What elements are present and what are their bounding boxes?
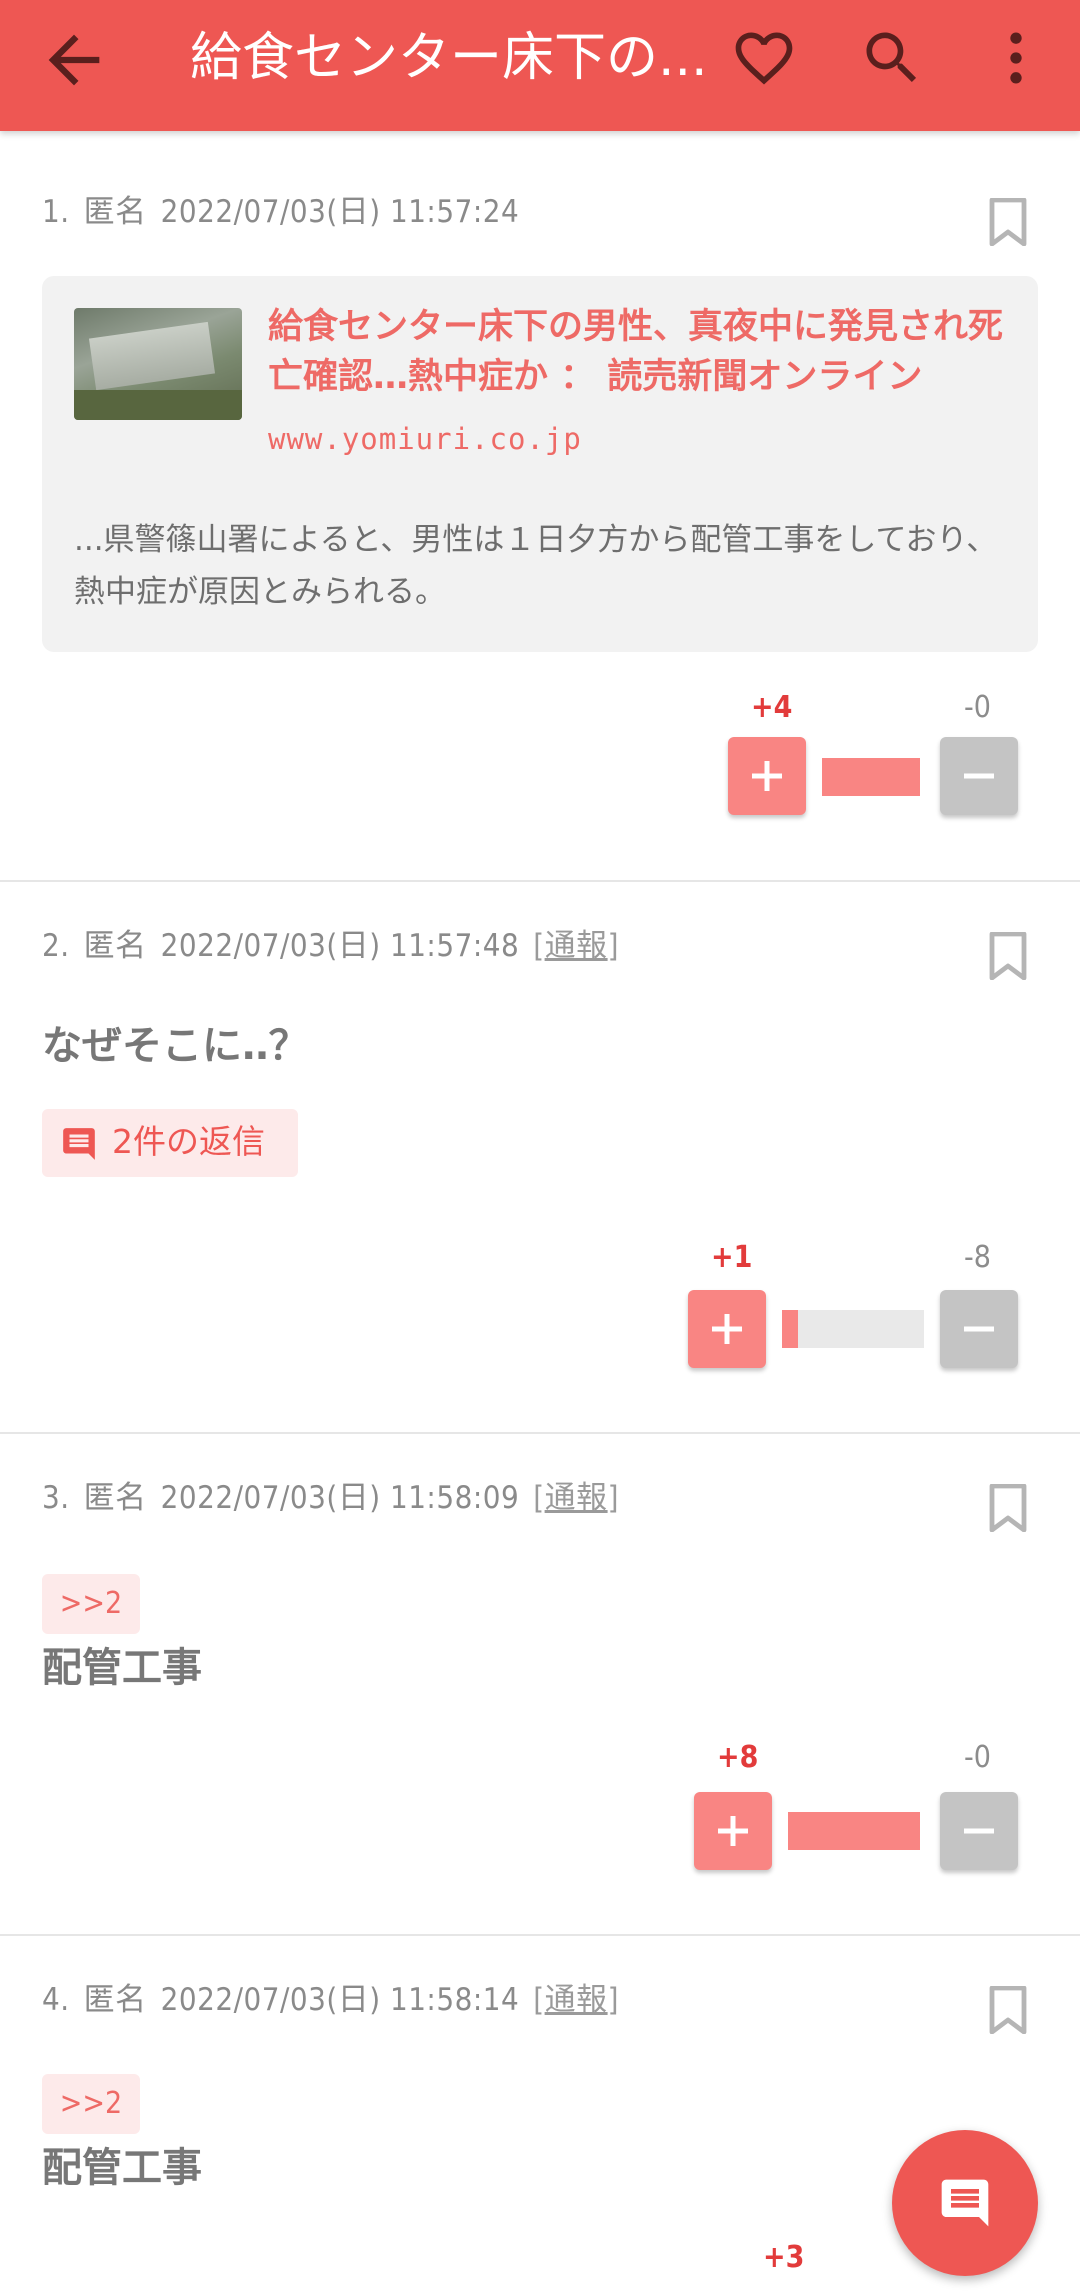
plus-count: +3 (763, 2240, 805, 2275)
minus-icon (964, 1828, 994, 1834)
report-link[interactable]: 通報 (545, 1480, 608, 1516)
search-button[interactable] (858, 24, 926, 92)
more-menu-button[interactable] (992, 24, 1040, 92)
upvote-button[interactable] (694, 1792, 772, 1870)
bookmark-button[interactable] (988, 932, 1028, 980)
bookmark-icon (989, 1986, 1027, 2034)
minus-count: -0 (964, 1740, 991, 1775)
link-thumbnail (74, 308, 242, 420)
downvote-button[interactable] (940, 1792, 1018, 1870)
heart-outline-icon (735, 32, 793, 85)
search-icon (866, 32, 917, 83)
new-comment-fab[interactable] (892, 2130, 1038, 2276)
replies-button[interactable]: 2件の返信 (42, 1109, 298, 1177)
post-datetime: 2022/07/03(日) 11:57:24 (160, 194, 520, 230)
link-domain: www.yomiuri.co.jp (268, 422, 582, 456)
post-meta: 4. 匿名 2022/07/03(日) 11:58:14 [通報] (42, 1982, 619, 2018)
favorite-button[interactable] (730, 24, 798, 92)
post-author: 匿名 (83, 1480, 147, 1516)
post-datetime: 2022/07/03(日) 11:58:14 (160, 1982, 520, 2018)
bookmark-icon (989, 932, 1027, 980)
post-datetime: 2022/07/03(日) 11:58:09 (160, 1480, 520, 1516)
vote-ratio-fill (782, 1310, 798, 1348)
minus-icon (964, 1326, 994, 1332)
plus-icon (712, 1314, 742, 1344)
minus-count: -0 (964, 690, 991, 725)
vote-ratio-bar (822, 758, 920, 796)
plus-icon (752, 761, 782, 791)
comment-icon (941, 2179, 989, 2227)
post-number: 4. (42, 1982, 70, 2018)
vote-ratio-bar (788, 1812, 920, 1850)
upvote-button[interactable] (728, 737, 806, 815)
post-author: 匿名 (83, 928, 147, 964)
plus-count: +1 (711, 1240, 753, 1275)
back-button[interactable] (36, 22, 112, 98)
downvote-button[interactable] (940, 737, 1018, 815)
vote-ratio-fill (788, 1812, 920, 1850)
vote-ratio-fill (822, 758, 920, 796)
post-datetime: 2022/07/03(日) 11:57:48 (160, 928, 520, 964)
app-bar: 給食センター床下の... (0, 0, 1080, 131)
downvote-button[interactable] (940, 1290, 1018, 1368)
post-number: 1. (42, 194, 70, 230)
link-title[interactable]: 給食センター床下の男性、真夜中に発見され死亡確認…熱中症か ： 読売新聞オンライ… (268, 302, 1018, 402)
link-preview-card[interactable]: 給食センター床下の男性、真夜中に発見され死亡確認…熱中症か ： 読売新聞オンライ… (42, 276, 1038, 652)
vote-ratio-bar (782, 1310, 924, 1348)
plus-count: +8 (717, 1740, 759, 1775)
report-link[interactable]: 通報 (545, 1982, 608, 2018)
post-author: 匿名 (83, 1982, 147, 2018)
post-body: なぜそこに‥？ (42, 1023, 309, 1069)
post-item: 2. 匿名 2022/07/03(日) 11:57:48 [通報] なぜそこに‥？ 2… (0, 882, 1080, 1434)
post-number: 2. (42, 928, 70, 964)
replies-label: 2件の返信 (112, 1122, 265, 1161)
post-body: 配管工事 (42, 1645, 202, 1691)
plus-count: +4 (751, 690, 793, 725)
minus-icon (964, 773, 994, 779)
thread-title: 給食センター床下の... (190, 28, 708, 88)
post-item: 1. 匿名 2022/07/03(日) 11:57:24 給食センター床下の男性、真… (0, 134, 1080, 882)
more-vert-icon (1010, 32, 1022, 84)
post-meta: 2. 匿名 2022/07/03(日) 11:57:48 [通報] (42, 928, 619, 964)
post-item: 3. 匿名 2022/07/03(日) 11:58:09 [通報] >>2 配管工事 … (0, 1434, 1080, 1936)
upvote-button[interactable] (688, 1290, 766, 1368)
bookmark-icon (989, 198, 1027, 246)
reply-anchor-chip[interactable]: >>2 (42, 2074, 140, 2134)
post-meta: 1. 匿名 2022/07/03(日) 11:57:24 (42, 192, 533, 232)
minus-count: -8 (964, 1240, 991, 1275)
arrow-left-icon (48, 34, 100, 86)
reply-anchor-chip[interactable]: >>2 (42, 1574, 140, 1634)
plus-icon (718, 1816, 748, 1846)
post-body: 配管工事 (42, 2145, 202, 2191)
bookmark-button[interactable] (988, 1484, 1028, 1532)
report-link[interactable]: 通報 (545, 928, 608, 964)
bookmark-button[interactable] (988, 198, 1028, 246)
bookmark-icon (989, 1484, 1027, 1532)
post-number: 3. (42, 1480, 70, 1516)
post-meta: 3. 匿名 2022/07/03(日) 11:58:09 [通報] (42, 1480, 619, 1516)
post-author: 匿名 (83, 194, 147, 230)
link-excerpt: ...県警篠山署によると、男性は１日夕方から配管工事をしており、熱中症が原因とみ… (74, 522, 998, 610)
bookmark-button[interactable] (988, 1986, 1028, 2034)
comment-icon (63, 1128, 95, 1160)
